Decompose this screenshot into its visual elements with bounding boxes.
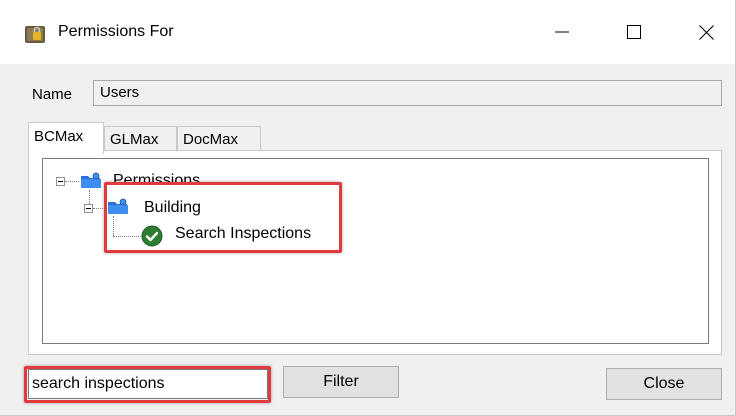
tab-bcmax[interactable]: BCMax [28, 122, 104, 154]
lock-app-icon [24, 23, 46, 45]
minimize-button[interactable] [540, 16, 584, 48]
minimize-icon [555, 31, 569, 33]
permissions-dialog: Permissions For Name Users BCMax GLMax D… [0, 0, 736, 416]
filter-highlight-box [24, 366, 271, 403]
close-button[interactable]: Close [606, 368, 722, 400]
collapse-building-icon[interactable] [84, 204, 93, 213]
collapse-permissions-icon[interactable] [56, 177, 65, 186]
tab-docmax[interactable]: DocMax [177, 126, 261, 152]
close-window-button[interactable] [684, 16, 728, 48]
maximize-icon [627, 25, 641, 39]
filter-button[interactable]: Filter [283, 366, 399, 398]
tab-glmax[interactable]: GLMax [104, 126, 177, 152]
folder-network-icon [80, 171, 102, 195]
title-bar[interactable]: Permissions For [0, 0, 735, 64]
tree-highlight-box [104, 182, 342, 253]
close-icon [698, 24, 714, 40]
maximize-button[interactable] [612, 16, 656, 48]
window-title: Permissions For [58, 23, 174, 40]
name-label: Name [32, 86, 73, 103]
name-field: Users [93, 80, 722, 106]
